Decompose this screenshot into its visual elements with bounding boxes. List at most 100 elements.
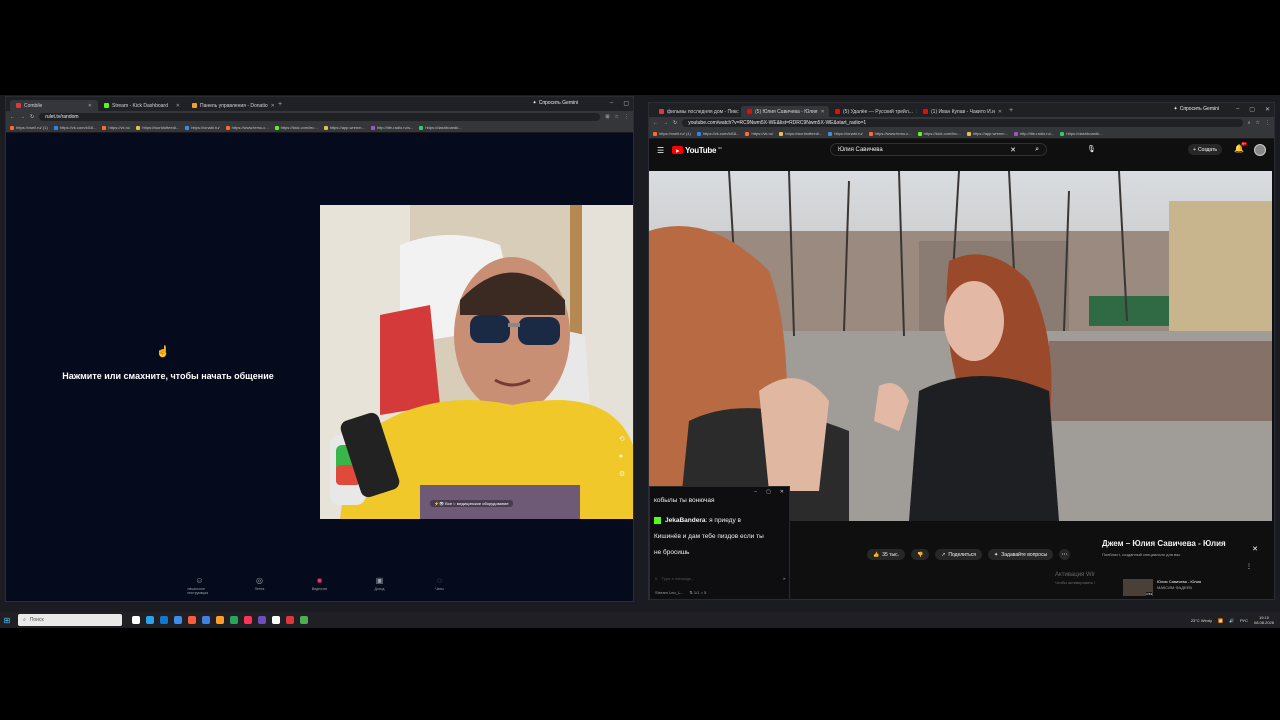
- bookmark-item[interactable]: https://app.wrenm...: [323, 125, 365, 130]
- bookmark-item[interactable]: https://vk.com/id16...: [696, 131, 739, 136]
- menu-icon[interactable]: ⋮: [1265, 120, 1270, 126]
- taskbar-app-icon[interactable]: [146, 616, 154, 624]
- tab-donation[interactable]: Панель управления - Donatio ✕: [186, 100, 274, 111]
- network-icon[interactable]: 📶: [1218, 618, 1223, 623]
- taskbar-app-icon[interactable]: [174, 616, 182, 624]
- forward-icon[interactable]: →: [663, 120, 668, 126]
- youtube-search-input[interactable]: Юлия Савичева ✕ ⌕: [830, 143, 1047, 156]
- taskbar-app-icon[interactable]: [202, 616, 210, 624]
- bookmark-item[interactable]: https://dashboardk...: [1060, 131, 1103, 136]
- ask-gemini-button[interactable]: ✦ Спросить Gemini: [1174, 106, 1220, 112]
- nav-income[interactable]: ▣ Доход: [368, 577, 392, 599]
- settings-icon[interactable]: ⚙: [619, 470, 625, 478]
- close-icon[interactable]: ✕: [271, 103, 274, 109]
- extensions-icon[interactable]: ⊞: [605, 114, 609, 120]
- flip-camera-icon[interactable]: ⟲: [619, 435, 625, 443]
- volume-icon[interactable]: 🔊: [1229, 618, 1234, 623]
- close-icon[interactable]: ✕: [1252, 545, 1258, 553]
- weather-widget[interactable]: 23°C Windy: [1191, 618, 1212, 623]
- taskbar-app-icon[interactable]: [244, 616, 252, 624]
- search-icon[interactable]: ⌕: [1035, 146, 1039, 154]
- ask-questions-button[interactable]: ✦ Задавайте вопросы: [988, 549, 1054, 560]
- tab-youtube-savicheva[interactable]: (5) Юлия Савичева - Юлия ✕: [741, 106, 829, 117]
- avatar[interactable]: [1254, 144, 1266, 156]
- url-field[interactable]: youtube.com/watch?v=RC9Nwm5X-WE&list=RDR…: [682, 119, 1243, 127]
- bookmark-item[interactable]: https://worldofteedi...: [136, 125, 179, 130]
- hamburger-menu-icon[interactable]: ☰: [657, 146, 664, 155]
- bookmark-item[interactable]: http://lite-radio.ru/s...: [370, 125, 413, 130]
- forward-icon[interactable]: →: [20, 114, 25, 120]
- bookmark-item[interactable]: https://ionabl.ru/: [828, 131, 863, 136]
- ask-gemini-button[interactable]: ✦ Спросить Gemini: [533, 100, 579, 106]
- bookmark-item[interactable]: http://lite-radio.ru/...: [1013, 131, 1054, 136]
- taskbar-app-icon[interactable]: [160, 616, 168, 624]
- star-icon[interactable]: ☆: [1256, 120, 1260, 126]
- dislike-button[interactable]: 👎: [910, 549, 930, 560]
- back-icon[interactable]: ←: [653, 120, 658, 126]
- tab-youtube-trailer[interactable]: (5) Удалёе — Русский трейл... ✕: [829, 106, 917, 117]
- chat-username[interactable]: JekaBandera: [665, 517, 705, 524]
- bookmark-item[interactable]: https://vk.com/id16...: [53, 125, 96, 130]
- bookmark-item[interactable]: https://ionabl.ru/: [185, 125, 220, 130]
- clear-search-icon[interactable]: ✕: [1010, 146, 1016, 154]
- location-icon[interactable]: ●: [619, 453, 625, 460]
- maximize-icon[interactable]: ▢: [1249, 106, 1255, 113]
- videochat-page[interactable]: ☝ Нажмите или смахните, чтобы начать общ…: [6, 133, 633, 601]
- clock[interactable]: 19:10 08.08.2026: [1254, 615, 1274, 625]
- taskbar-app-icon[interactable]: [230, 616, 238, 624]
- minimize-icon[interactable]: –: [1236, 106, 1239, 113]
- microphone-icon[interactable]: 🎙: [1087, 145, 1096, 153]
- close-window-icon[interactable]: ✕: [1265, 106, 1270, 113]
- taskbar-app-icon[interactable]: [132, 616, 140, 624]
- maximize-icon[interactable]: ▢: [623, 100, 629, 107]
- new-tab-button[interactable]: +: [1009, 107, 1013, 114]
- taskbar-app-icon[interactable]: [300, 616, 308, 624]
- more-actions-button[interactable]: ⋯: [1059, 549, 1071, 560]
- close-icon[interactable]: ✕: [88, 103, 92, 109]
- close-icon[interactable]: ✕: [176, 103, 180, 109]
- bookmark-item[interactable]: https://vseli.ru/ (1): [653, 131, 691, 136]
- close-icon[interactable]: ✕: [821, 109, 825, 115]
- bookmark-item[interactable]: https://kick.com/lec...: [274, 125, 318, 130]
- reload-icon[interactable]: ↻: [30, 114, 34, 120]
- nav-profile[interactable]: ☺ начальное инструмкция: [188, 577, 212, 599]
- tab-kick-dashboard[interactable]: Stream - Kick Dashboard ✕: [98, 100, 186, 111]
- taskbar-app-icon[interactable]: [258, 616, 266, 624]
- playlist-item[interactable]: 3:53 Юлия Савичева - Юлия МАКСИМ ФАДЕЕВ: [1123, 579, 1201, 596]
- like-button[interactable]: 👍 35 тыс.: [867, 549, 905, 560]
- taskbar-app-icon[interactable]: [188, 616, 196, 624]
- reload-icon[interactable]: ↻: [673, 120, 677, 126]
- bookmark-item[interactable]: https://vseli.ru/ (1): [10, 125, 48, 130]
- star-icon[interactable]: ☆: [615, 114, 619, 120]
- bookmark-item[interactable]: https://kick.com/lec...: [917, 131, 961, 136]
- start-prompt[interactable]: Нажмите или смахните, чтобы начать общен…: [62, 371, 274, 381]
- menu-icon[interactable]: ⋮: [624, 114, 629, 120]
- taskbar-app-icon[interactable]: [216, 616, 224, 624]
- bookmark-item[interactable]: https://vk.ru/: [745, 131, 773, 136]
- close-icon[interactable]: ✕: [780, 489, 784, 495]
- youtube-logo[interactable]: ▶ YouTube RU: [672, 146, 722, 155]
- tab-youtube-kupala[interactable]: (1) Иван Купав - Чакито И.и ✕: [917, 106, 1005, 117]
- more-vert-icon[interactable]: ⋮: [1246, 563, 1252, 570]
- taskbar-app-icon[interactable]: [272, 616, 280, 624]
- bookmark-item[interactable]: https://www.temu.c...: [225, 125, 269, 130]
- send-icon[interactable]: ➤: [783, 576, 786, 581]
- url-field[interactable]: rulet.tv/random: [39, 113, 601, 121]
- back-icon[interactable]: ←: [10, 114, 15, 120]
- bookmark-item[interactable]: https://dashboardk...: [419, 125, 462, 130]
- bookmark-item[interactable]: https://www.temu.c...: [868, 131, 912, 136]
- tab-ruletka[interactable]: Combile ✕: [10, 100, 98, 111]
- bookmark-item[interactable]: https://app.wrenm...: [966, 131, 1008, 136]
- create-button[interactable]: + Создать: [1188, 144, 1222, 155]
- language-indicator[interactable]: РУС: [1240, 618, 1248, 623]
- new-tab-button[interactable]: +: [278, 101, 282, 108]
- nav-feed[interactable]: ◎ Лента: [248, 577, 272, 599]
- share-button[interactable]: ↗ Поделиться: [935, 549, 983, 560]
- video-player[interactable]: [649, 171, 1272, 521]
- nav-videochat[interactable]: ■ Видеочат: [308, 577, 332, 599]
- nav-chats[interactable]: ◌ Чаты: [428, 577, 452, 599]
- bookmark-item[interactable]: https://vk.ru/: [102, 125, 130, 130]
- minimize-icon[interactable]: –: [610, 100, 613, 107]
- maximize-icon[interactable]: ▢: [766, 489, 771, 495]
- minimize-icon[interactable]: –: [754, 489, 757, 495]
